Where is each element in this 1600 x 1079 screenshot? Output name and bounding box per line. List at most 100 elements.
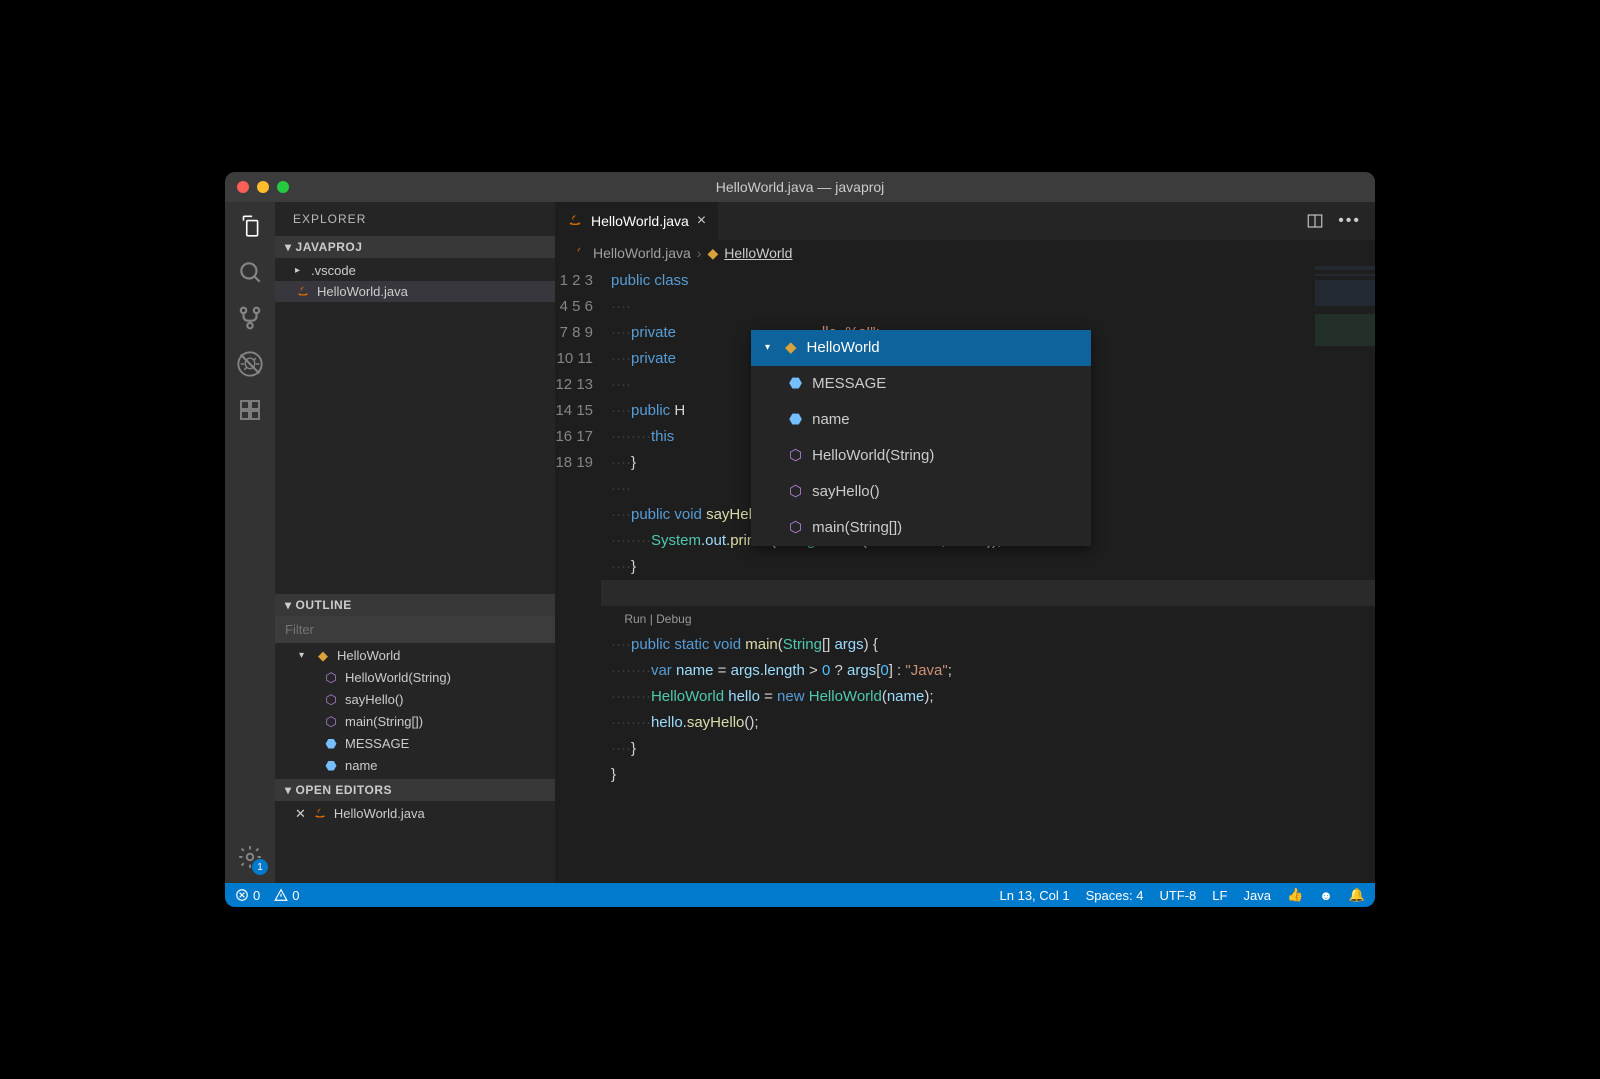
outline-item-label: MESSAGE [345,736,409,751]
folder-label: .vscode [311,263,356,278]
file-label: HelloWorld.java [317,284,408,299]
tab-bar: HelloWorld.java × ••• [555,202,1375,240]
chevron-down-icon: ▾ [299,650,309,661]
field-icon: ⬣ [789,407,802,433]
sidebar-title: EXPLORER [275,202,555,236]
outline-item-label: main(String[]) [345,714,423,729]
feedback-icon[interactable]: ☻ [1319,888,1333,903]
dropdown-item-label: HelloWorld [807,335,880,361]
more-actions-icon[interactable]: ••• [1338,212,1361,230]
outline-label: OUTLINE [296,598,352,612]
maximize-window-button[interactable] [277,181,289,193]
field-icon: ⬣ [789,371,802,397]
editor: HelloWorld.java × ••• HelloWorld.java › … [555,202,1375,883]
codelens[interactable]: Run | Debug [611,612,692,626]
bell-icon[interactable]: 🔔 [1349,887,1365,903]
close-tab-icon[interactable]: × [697,212,706,230]
dropdown-item[interactable]: ⬡ HelloWorld(String) [751,438,1091,474]
breadcrumb[interactable]: HelloWorld.java › ◆ HelloWorld [555,240,1375,266]
minimize-window-button[interactable] [257,181,269,193]
search-icon[interactable] [236,258,264,286]
activity-bar: 1 [225,202,275,883]
code-area[interactable]: 1 2 3 4 5 6 7 8 9 10 11 12 13 14 15 16 1… [555,266,1375,883]
dropdown-item-label: HelloWorld(String) [812,443,934,469]
explorer-icon[interactable] [236,212,264,240]
dropdown-item[interactable]: ⬣ name [751,402,1091,438]
chevron-down-icon: ▾ [285,240,292,254]
outline-item[interactable]: ⬣ MESSAGE [275,733,555,755]
outline-filter-input[interactable] [275,616,555,643]
method-icon: ⬡ [323,670,339,686]
outline-tree: ▾ ◆ HelloWorld ⬡ HelloWorld(String) ⬡sayH… [275,643,555,779]
dropdown-item[interactable]: ⬡ main(String[]) [751,510,1091,546]
chevron-down-icon: ▾ [765,335,775,361]
method-icon: ⬡ [789,515,802,541]
status-errors[interactable]: 0 [235,888,260,903]
status-encoding[interactable]: UTF-8 [1159,888,1196,903]
editor-tab[interactable]: HelloWorld.java × [555,202,718,240]
class-icon: ◆ [785,335,797,361]
chevron-down-icon: ▾ [285,598,292,612]
project-section-header[interactable]: ▾ JAVAPROJ [275,236,555,258]
window-controls [237,181,289,193]
close-window-button[interactable] [237,181,249,193]
dropdown-item[interactable]: ⬡ sayHello() [751,474,1091,510]
split-editor-icon[interactable] [1306,212,1324,230]
open-editor-label: HelloWorld.java [334,806,425,821]
open-editors-label: OPEN EDITORS [296,783,392,797]
method-icon: ⬡ [789,479,802,505]
vscode-window: HelloWorld.java — javaproj [225,172,1375,907]
open-editors-list: ✕ HelloWorld.java [275,801,555,827]
project-name: JAVAPROJ [296,240,363,254]
method-icon: ⬡ [789,443,802,469]
outline-item[interactable]: ⬣ name [275,755,555,777]
extensions-icon[interactable] [236,396,264,424]
dropdown-item[interactable]: ▾ ◆ HelloWorld [751,330,1091,366]
source-control-icon[interactable] [236,304,264,332]
status-cursor[interactable]: Ln 13, Col 1 [1000,888,1070,903]
dropdown-item-label: sayHello() [812,479,880,505]
field-icon: ⬣ [323,736,339,752]
status-spaces[interactable]: Spaces: 4 [1086,888,1144,903]
warning-count: 0 [292,888,299,903]
status-language[interactable]: Java [1243,888,1270,903]
status-warnings[interactable]: 0 [274,888,299,903]
open-editors-header[interactable]: ▾ OPEN EDITORS [275,779,555,801]
file-row[interactable]: HelloWorld.java [275,281,555,302]
tab-label: HelloWorld.java [591,213,689,229]
dropdown-item-label: main(String[]) [812,515,902,541]
status-eol[interactable]: LF [1212,888,1227,903]
dropdown-item[interactable]: ⬣MESSAGE [751,366,1091,402]
folder-row[interactable]: ▸ .vscode [275,260,555,281]
open-editor-row[interactable]: ✕ HelloWorld.java [275,803,555,825]
thumbs-up-icon[interactable]: 👍 [1287,887,1303,903]
chevron-down-icon: ▾ [285,783,292,797]
minimap[interactable] [1315,266,1375,386]
java-file-icon [312,807,328,821]
error-count: 0 [253,888,260,903]
outline-item-label: name [345,758,378,773]
chevron-right-icon: › [697,245,702,261]
sidebar: EXPLORER ▾ JAVAPROJ ▸ .vscode HelloWorld… [275,202,555,883]
outline-item-label: HelloWorld(String) [345,670,451,685]
outline-section-header[interactable]: ▾ OUTLINE [275,594,555,616]
method-icon: ⬡ [323,714,339,730]
settings-badge: 1 [252,859,268,875]
line-gutter: 1 2 3 4 5 6 7 8 9 10 11 12 13 14 15 16 1… [555,266,611,883]
main-area: 1 EXPLORER ▾ JAVAPROJ ▸ .vscode HelloWor… [225,202,1375,883]
breadcrumb-file: HelloWorld.java [593,245,691,261]
close-icon[interactable]: ✕ [295,806,306,822]
outline-item[interactable]: ⬡ HelloWorld(String) [275,667,555,689]
dropdown-item-label: name [812,407,850,433]
chevron-right-icon: ▸ [295,265,305,276]
file-tree: ▸ .vscode HelloWorld.java [275,258,555,304]
field-icon: ⬣ [323,758,339,774]
symbol-dropdown: ▾ ◆ HelloWorld ⬣MESSAGE ⬣ name ⬡ HelloWorl… [751,330,1091,546]
method-icon: ⬡ [323,692,339,708]
outline-item[interactable]: ⬡sayHello() [275,689,555,711]
outline-class-label: HelloWorld [337,648,400,663]
debug-icon[interactable] [236,350,264,378]
outline-class-row[interactable]: ▾ ◆ HelloWorld [275,645,555,667]
status-bar: 0 0 Ln 13, Col 1 Spaces: 4 UTF-8 LF Java… [225,883,1375,907]
outline-item[interactable]: ⬡ main(String[]) [275,711,555,733]
